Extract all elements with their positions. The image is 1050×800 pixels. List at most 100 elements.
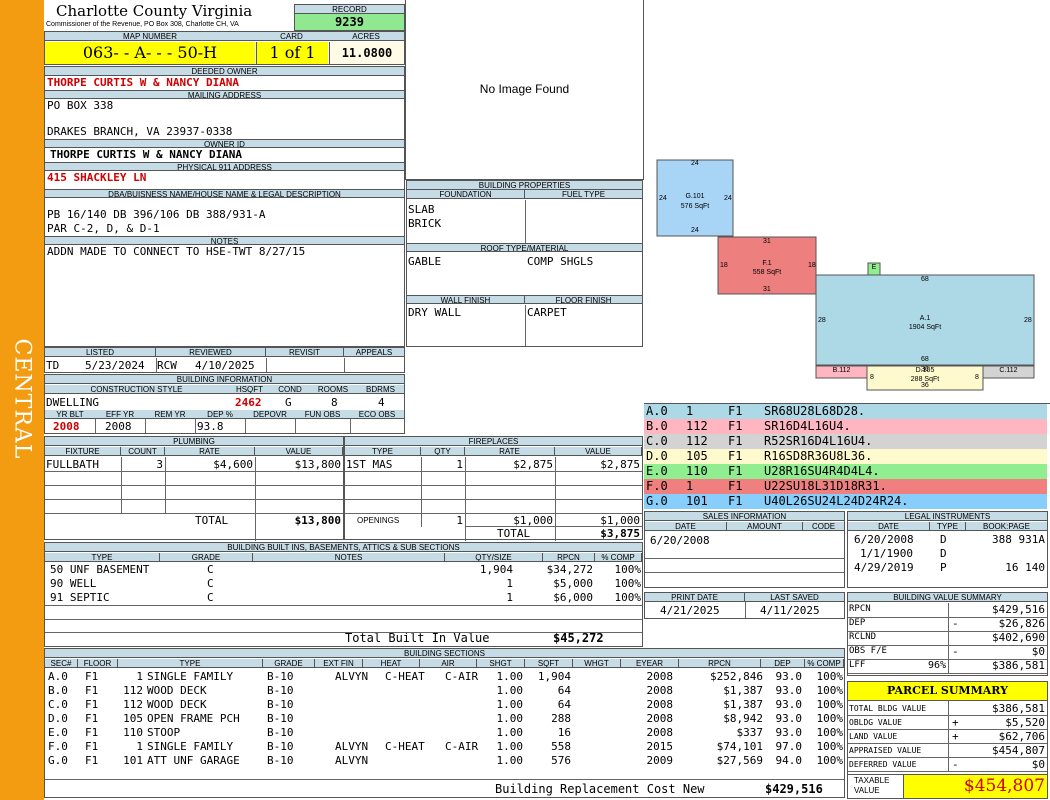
section-cell: $27,569 — [716, 754, 763, 767]
owner-panel: DEEDED OWNER THORPE CURTIS W & NANCY DIA… — [44, 66, 405, 347]
builtin-rpcn: $6,000 — [553, 591, 593, 604]
ecoobs-label: ECO OBS — [350, 410, 404, 419]
building-information: BUILDING INFORMATION CONSTRUCTION STYLE … — [44, 374, 405, 434]
fireplaces-panel: FIREPLACES TYPE QTY RATE VALUE 1ST MAS 1 $2… — [344, 436, 643, 541]
column-header: AIR — [420, 659, 477, 668]
section-cell: F1 — [85, 684, 99, 697]
print-date-label: PRINT DATE — [645, 593, 745, 602]
builtin-grade: C — [207, 577, 214, 590]
section-cell: 93.0 — [775, 726, 803, 739]
card-number: 1 of 1 — [256, 42, 328, 64]
dim: 24 — [724, 195, 732, 202]
section-type-name: WOOD DECK — [147, 698, 207, 711]
value-summary-name: OBS F/E — [849, 646, 887, 656]
section-type-code: 112 — [123, 698, 143, 711]
sketch-code-row: B.0 112 F1 SR16D4L16U4. — [644, 419, 1047, 434]
section-cell: 64 — [557, 684, 571, 697]
col-divider — [948, 729, 949, 743]
section-cell: F1 — [85, 754, 99, 767]
code-sec: G.0 — [646, 494, 668, 508]
legal-row-book: 388 931A — [992, 533, 1045, 546]
plumbing-value: $13,800 — [294, 458, 341, 471]
taxable-label-2: VALUE — [854, 786, 880, 795]
mailing-address-label: MAILING ADDRESS — [45, 90, 404, 99]
col-divider — [948, 715, 949, 729]
sketch-code-row: D.0 105 F1 R16SD8R36U8L36. — [644, 449, 1047, 464]
listed-by: TD — [46, 359, 60, 372]
parcel-row-value: $62,706 — [998, 730, 1045, 743]
parcel-row-value: $5,520 — [1005, 716, 1045, 729]
record-number: 9239 — [295, 14, 404, 30]
depovr-label: DEPOVR — [245, 410, 295, 419]
sketch-sqft-a: 1904 SqFt — [908, 324, 942, 331]
parcel-row-name: APPRAISED VALUE — [849, 746, 922, 755]
legal-row-date: 6/20/2008 — [854, 533, 914, 546]
column-header: TYPE — [345, 447, 421, 456]
sales-date-header: DATE — [645, 522, 727, 531]
section-cell: 1.00 — [496, 698, 524, 711]
value-summary-name: RPCN — [849, 604, 871, 614]
section-cell: 1.00 — [496, 670, 524, 683]
code-sec: F.0 — [646, 479, 668, 493]
section-cell: 2015 — [646, 740, 674, 753]
code-floor: F1 — [728, 404, 743, 418]
section-cell: 1,904 — [537, 670, 571, 683]
section-cell: F1 — [85, 712, 99, 725]
section-cell: C-HEAT — [385, 670, 425, 683]
builtin-comp: 100% — [614, 591, 642, 604]
column-header: HEAT — [363, 659, 420, 668]
sketch-label-g: G.101 — [685, 193, 705, 200]
code-floor: F1 — [728, 419, 743, 433]
column-header: SQFT — [525, 659, 573, 668]
fireplaces-label: FIREPLACES — [345, 437, 642, 446]
row-divider — [848, 673, 1047, 674]
section-cell: 16 — [557, 726, 571, 739]
card-label: CARD — [255, 32, 328, 41]
section-cell: 100% — [816, 684, 844, 697]
section-cell: 1.00 — [496, 726, 524, 739]
floor-finish-label: FLOOR FINISH — [525, 295, 642, 304]
builtin-comp: 100% — [614, 563, 642, 576]
section-cell: 94.0 — [775, 754, 803, 767]
value-summary-value: $386,581 — [992, 659, 1045, 672]
dim: 24 — [659, 195, 667, 202]
code-sec: A.0 — [646, 404, 668, 418]
builtin-type: 90 WELL — [50, 577, 97, 590]
section-cell: 288 — [551, 712, 571, 725]
section-cell: $252,846 — [710, 670, 763, 683]
dba-legal-label: DBA/BUISNESS NAME/HOUSE NAME & LEGAL DES… — [45, 189, 404, 198]
legal-row-type: P — [940, 561, 947, 574]
code-sec: E.0 — [646, 464, 668, 478]
column-header: FIXTURE — [45, 447, 121, 456]
section-type-code: 1 — [136, 740, 143, 753]
physical-address: 415 SHACKLEY LN — [47, 171, 147, 184]
funobs-label: FUN OBS — [295, 410, 350, 419]
column-header: VALUE — [555, 447, 642, 456]
legal-line1: PB 16/140 DB 396/106 DB 388/931-A — [47, 208, 266, 221]
sketch-code-row: C.0 112 F1 R52SR16D4L16U4. — [644, 434, 1047, 449]
plumbing-total: $13,800 — [294, 514, 341, 527]
appeals-label: APPEALS — [344, 348, 404, 357]
deeded-owner: THORPE CURTIS W & NANCY DIANA — [47, 76, 240, 89]
code-sec: B.0 — [646, 419, 668, 433]
dim: 31 — [763, 238, 771, 245]
last-saved-label: LAST SAVED — [745, 593, 844, 602]
builtins-label: BUILDING BUILT INS, BASEMENTS, ATTICS & … — [45, 543, 642, 552]
acres-label: ACRES — [328, 32, 404, 41]
notes-label: NOTES — [45, 236, 404, 245]
openings-value: $1,000 — [600, 514, 640, 527]
section-type-name: STOOP — [147, 726, 181, 739]
section-cell: 97.0 — [775, 740, 803, 753]
section-cell: $1,387 — [723, 698, 763, 711]
column-header: NOTES — [253, 553, 445, 562]
sketch-sqft-g: 576 SqFt — [680, 203, 710, 210]
section-cell: B.0 — [48, 684, 68, 697]
dim: 18 — [808, 262, 816, 269]
code-num: 110 — [686, 464, 708, 478]
section-type-name: WOOD DECK — [147, 684, 207, 697]
code-num: 112 — [686, 434, 708, 448]
deeded-owner-label: DEEDED OWNER — [45, 67, 404, 76]
legal-bookpage-header: BOOK:PAGE — [966, 522, 1047, 531]
column-header: DEP — [761, 659, 805, 668]
taxable-label-1: TAXABLE — [854, 776, 890, 785]
